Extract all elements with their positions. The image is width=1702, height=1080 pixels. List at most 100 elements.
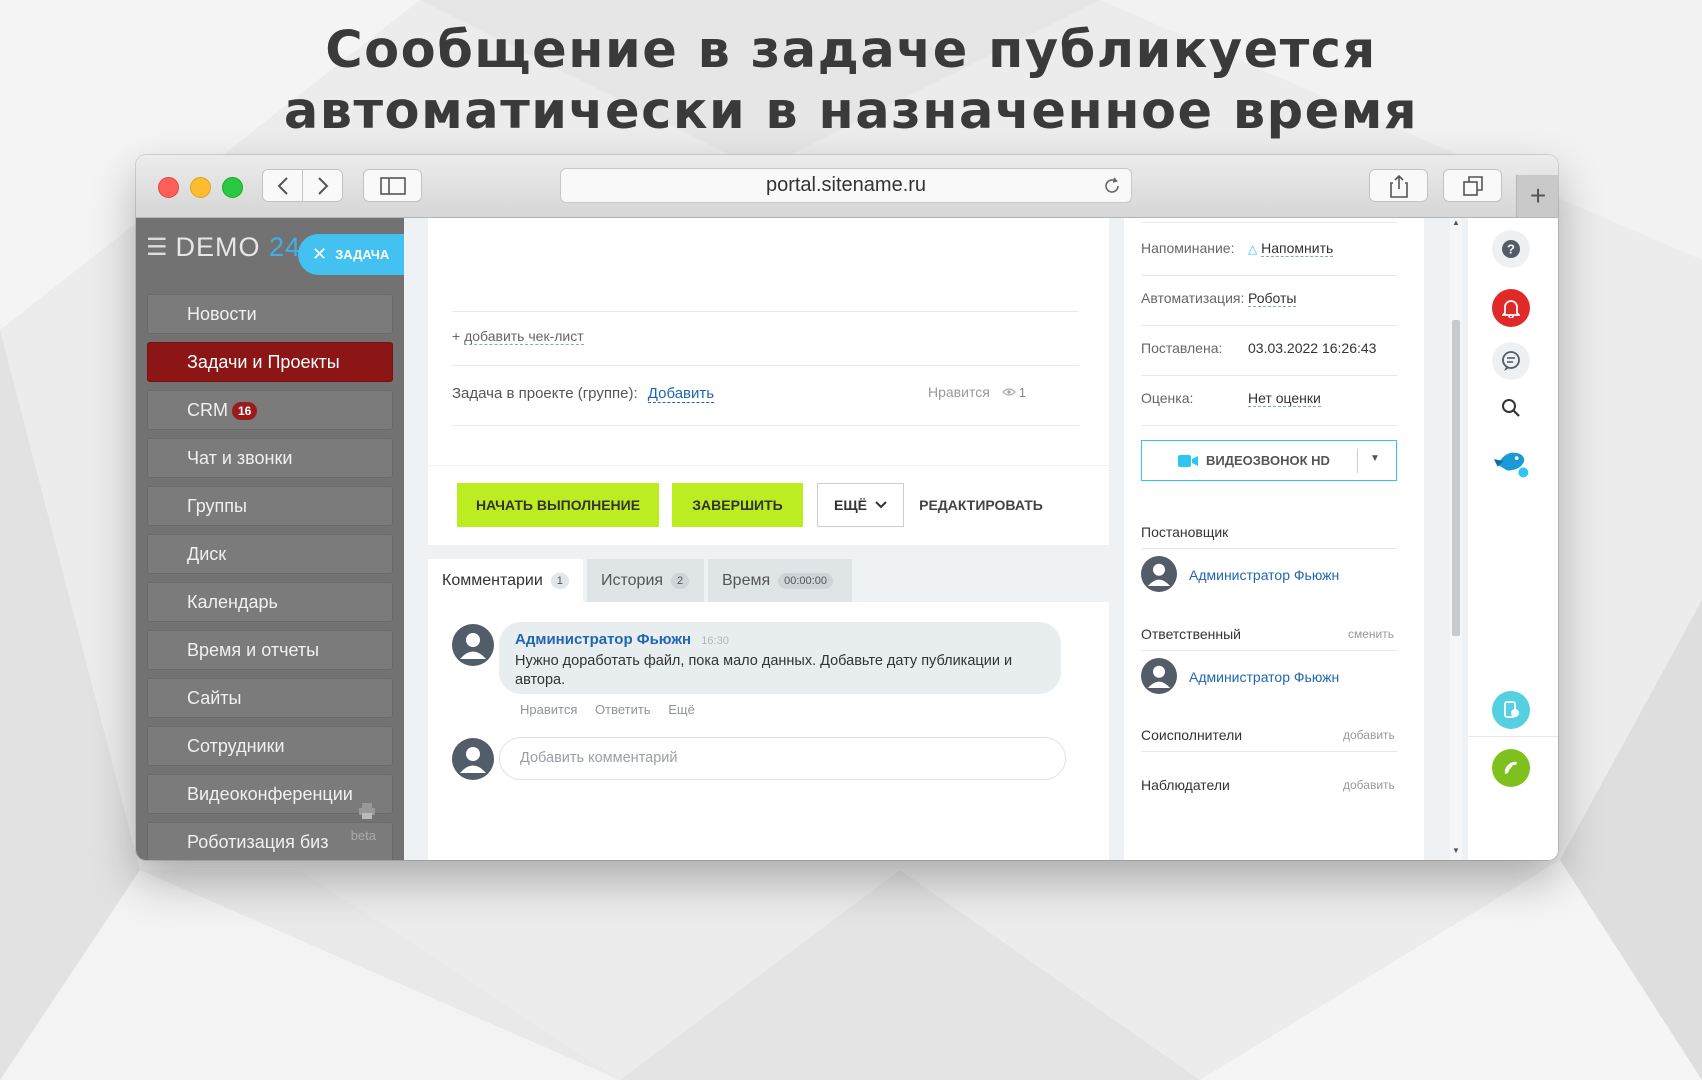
avatar[interactable] [1141,658,1177,694]
menu-icon[interactable]: ☰ [146,233,168,262]
reminder-link[interactable]: △ Напомнить [1248,240,1334,257]
creator-name[interactable]: Администратор Фьюжн [1189,567,1339,583]
help-button[interactable]: ? [1492,230,1530,268]
responsible-name[interactable]: Администратор Фьюжн [1189,669,1339,685]
video-call-dropdown[interactable]: ▼ [1370,453,1380,464]
user-icon [1147,665,1171,688]
minimize-window-button[interactable] [190,177,211,198]
tabs-overview-button[interactable] [1443,169,1502,202]
sidebar-item-tasks[interactable]: Задачи и Проекты [147,342,393,382]
sidebar-item-disk[interactable]: Диск [147,534,393,574]
scroll-down-arrow[interactable]: ▼ [1452,846,1460,855]
url-text: portal.sitename.ru [765,174,927,196]
address-bar[interactable]: portal.sitename.ru [560,168,1132,203]
divider [428,465,1109,466]
sidebar-toggle-button[interactable] [363,169,422,202]
sidebar-item-time-reports[interactable]: Время и отчеты [147,630,393,670]
comment-text-line: Нужно доработать файл, пока мало данных.… [515,653,1013,669]
phone-icon [1504,761,1517,774]
more-label: ЕЩЁ [834,497,867,513]
sidebar-item-groups[interactable]: Группы [147,486,393,526]
right-icon-bar: ? [1468,218,1558,860]
portal-logo[interactable]: ☰ DEMO 24 [146,232,301,263]
rating-link[interactable]: Нет оценки [1248,390,1321,407]
reload-icon[interactable] [1103,177,1121,195]
edit-task-button[interactable]: РЕДАКТИРОВАТЬ [911,483,1051,527]
divider [452,425,1079,426]
forward-button[interactable] [302,169,343,202]
user-icon [1147,563,1171,586]
scroll-thumb[interactable] [1452,320,1460,636]
avatar[interactable] [1141,556,1177,592]
task-card: + добавить чек-лист Задача в проекте (гр… [428,218,1109,545]
divider [1141,425,1397,426]
sidebar-item-calendar[interactable]: Календарь [147,582,393,622]
comment-reply-link[interactable]: Ответить [595,702,651,717]
new-tab-button[interactable]: + [1516,175,1558,217]
messenger-button[interactable] [1492,342,1530,380]
phone-screen-icon [1504,701,1519,718]
scroll-up-arrow[interactable]: ▲ [1452,218,1460,227]
created-label: Поставлена: [1141,340,1223,356]
assistant-bird-button[interactable] [1492,442,1530,480]
notifications-button[interactable] [1492,289,1530,327]
call-button[interactable] [1492,749,1530,787]
coexecutors-title: Соисполнители [1141,727,1243,743]
tab-history[interactable]: История 2 [587,559,704,602]
divider [1141,548,1397,549]
coexecutors-add-link[interactable]: добавить [1343,728,1395,742]
sidebar-item-automation[interactable]: Роботизация биз beta [147,822,393,860]
avatar[interactable] [452,624,494,666]
automation-link[interactable]: Роботы [1248,290,1297,307]
comment-text-line: автора. [515,672,566,688]
add-comment-input[interactable]: Добавить комментарий [499,737,1066,780]
divider [452,311,1079,312]
project-add-link[interactable]: Добавить [647,385,715,403]
creator-title: Постановщик [1141,524,1229,540]
back-button[interactable] [262,169,303,202]
logo-text: DEMO [175,232,261,262]
sidebar-item-crm[interactable]: CRM 16 [147,390,393,430]
sidebar-item-label: Чат и звонки [187,448,293,468]
crm-counter-badge: 16 [232,402,258,421]
sidebar-item-videoconf[interactable]: Видеоконференции [147,774,393,814]
responsible-title: Ответственный [1141,626,1241,642]
add-checklist-link[interactable]: + добавить чек-лист [452,328,584,345]
responsible-change-link[interactable]: сменить [1348,627,1394,641]
video-call-button[interactable]: ВИДЕОЗВОНОК HD ▼ [1141,440,1397,481]
comment-more-link[interactable]: Ещё [668,702,695,717]
finish-task-button[interactable]: ЗАВЕРШИТЬ [672,483,803,527]
share-button[interactable] [1369,169,1428,202]
printer-icon[interactable] [358,802,376,820]
eye-icon [1001,388,1016,396]
sidebar-item-chat[interactable]: Чат и звонки [147,438,393,478]
task-close-button[interactable]: ✕ ЗАДАЧА [298,234,404,275]
sidebar-item-label: Новости [187,304,257,324]
sidebar-item-sites[interactable]: Сайты [147,678,393,718]
comment-author[interactable]: Администратор Фьюжн [515,631,691,648]
search-button[interactable] [1492,389,1530,427]
screen-share-button[interactable] [1492,691,1530,729]
tab-time[interactable]: Время 00:00:00 [708,559,852,602]
tab-comments[interactable]: Комментарии 1 [428,559,583,602]
sidebar-item-news[interactable]: Новости [147,294,393,334]
divider [452,365,1079,366]
sidebar-item-label: Группы [187,496,247,516]
close-window-button[interactable] [158,177,179,198]
start-task-button[interactable]: НАЧАТЬ ВЫПОЛНЕНИЕ [457,483,659,527]
comment-time: 16:30 [701,635,729,647]
bell-icon [1502,300,1520,318]
comments-panel: Администратор Фьюжн 16:30 Нужно доработа… [428,602,1109,860]
observers-add-link[interactable]: добавить [1343,778,1395,792]
avatar[interactable] [452,738,494,780]
tabs-icon [1462,175,1483,196]
divider [1141,375,1397,376]
divider [1141,751,1397,752]
divider [1141,325,1397,326]
comment-like-link[interactable]: Нравится [520,702,577,717]
sidebar-item-employees[interactable]: Сотрудники [147,726,393,766]
more-button[interactable]: ЕЩЁ [817,483,904,527]
zoom-window-button[interactable] [222,177,243,198]
like-link[interactable]: Нравится [928,384,990,400]
page-scrollbar[interactable]: ▲ ▼ [1450,218,1462,860]
